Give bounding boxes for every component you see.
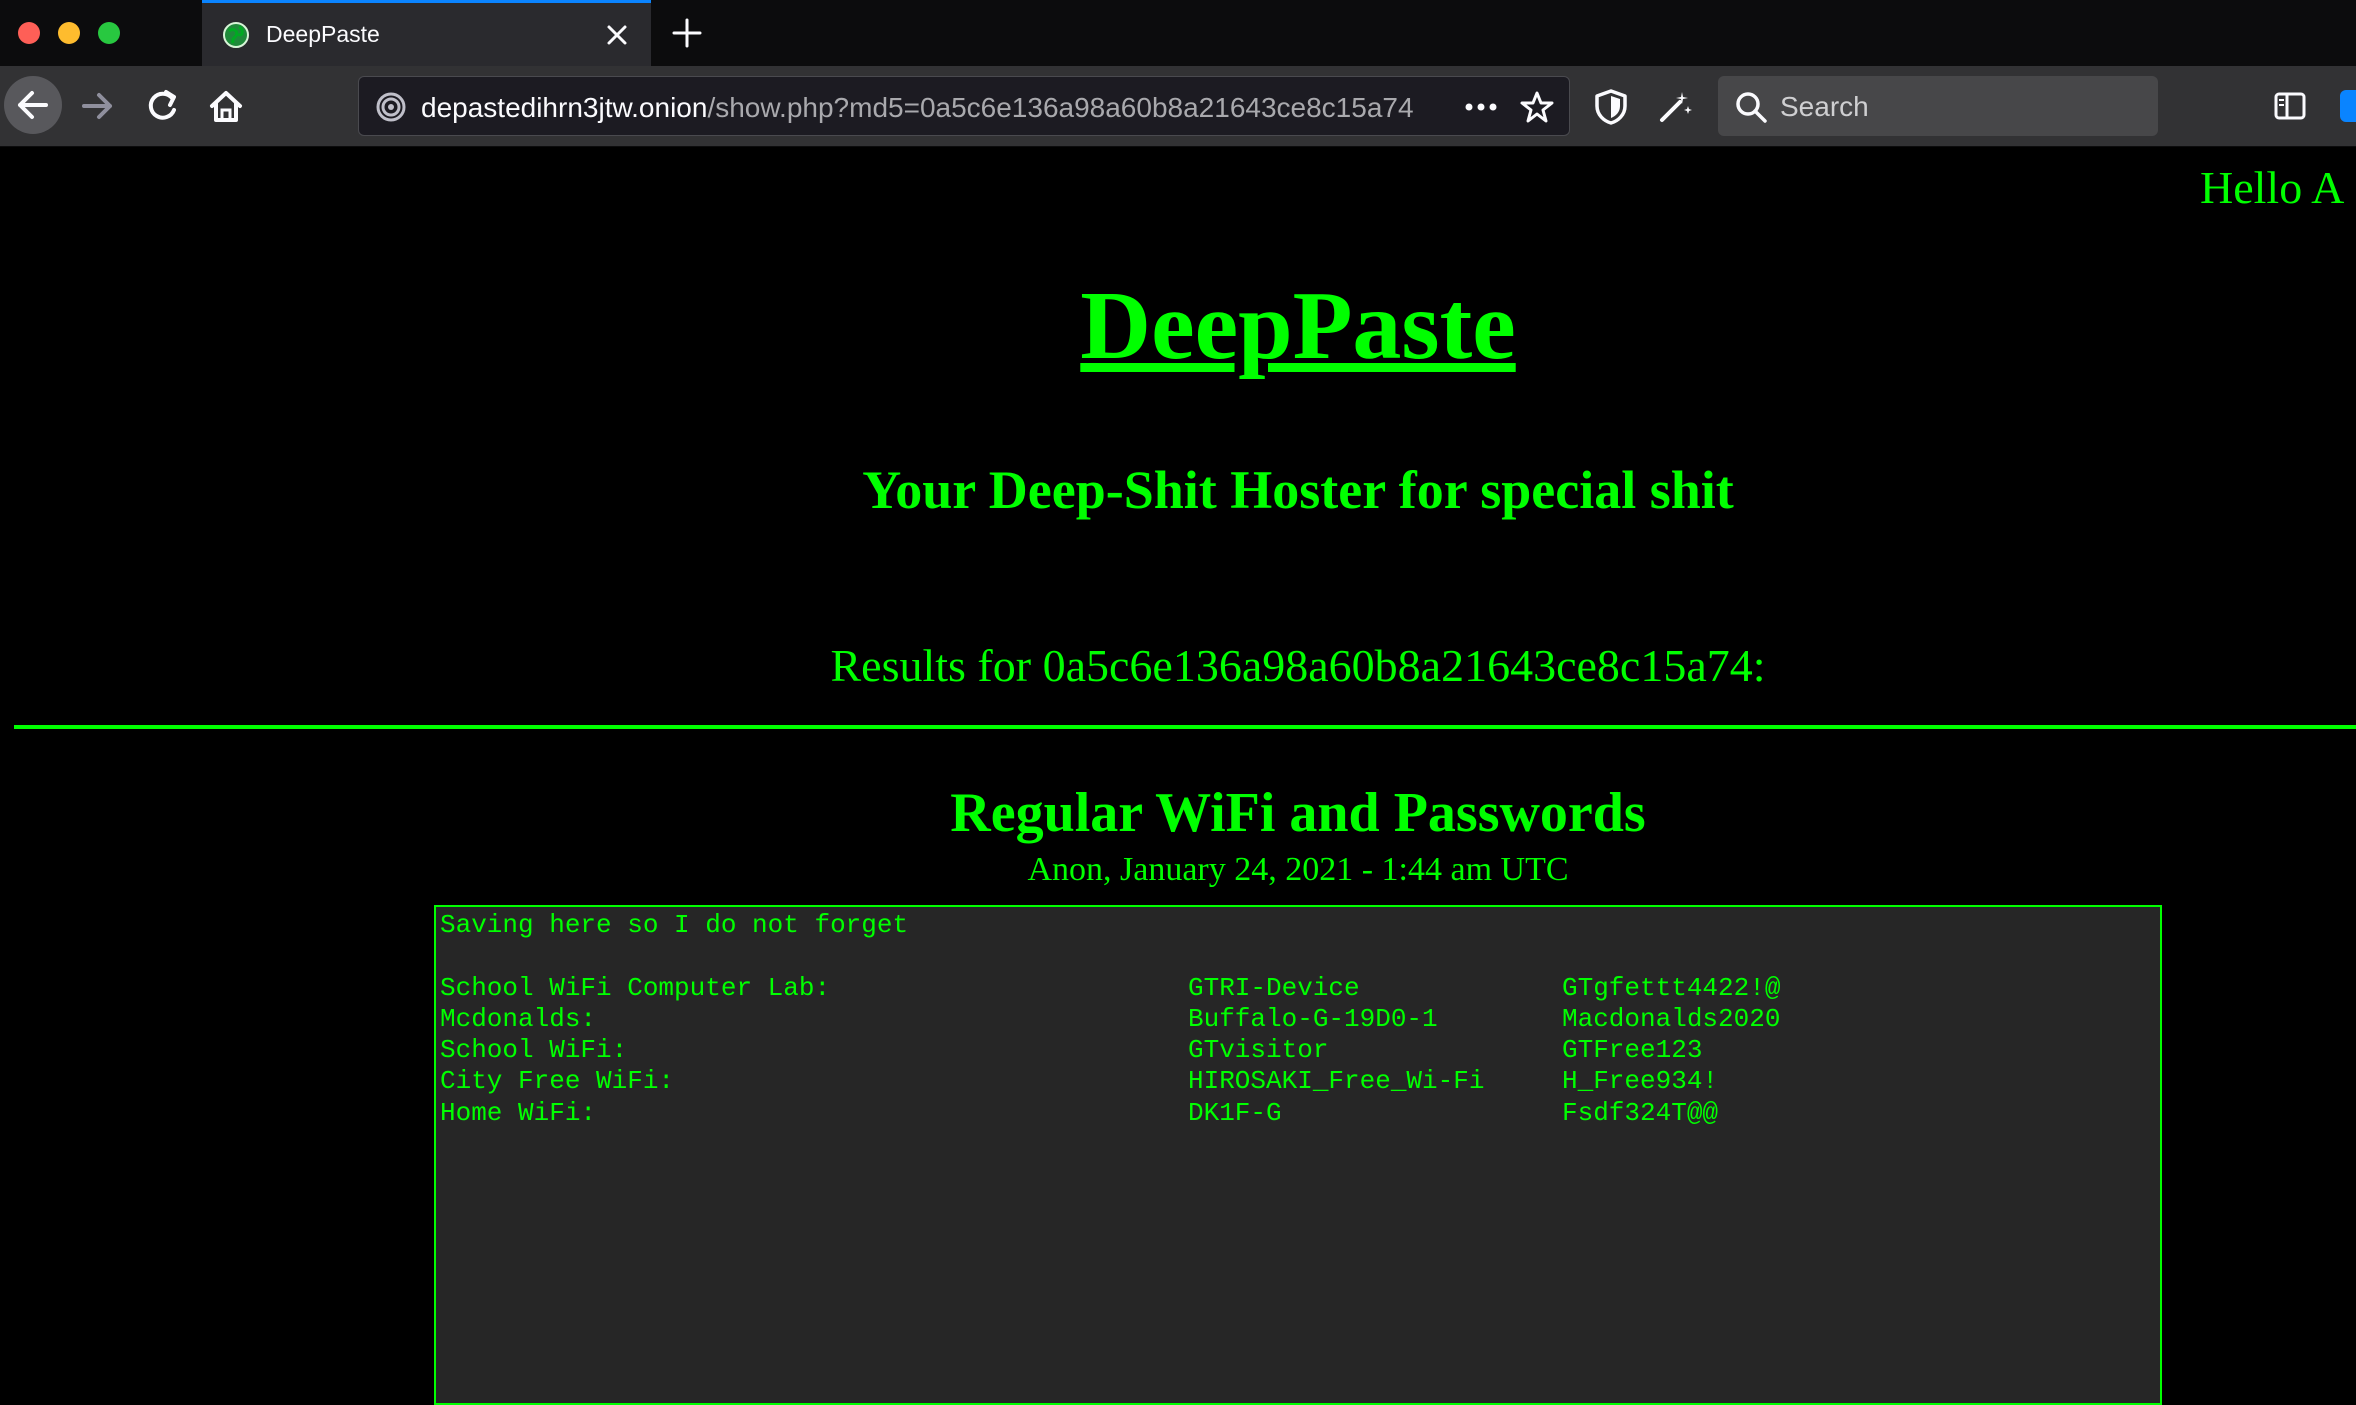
tab-bar: DeepPaste [0,0,2356,67]
wifi-password: Macdonalds2020 [1562,1003,1781,1034]
extension-icon[interactable] [2338,88,2356,124]
forward-button[interactable] [72,80,124,132]
magic-wand-icon[interactable] [1656,88,1694,131]
wifi-label: City Free WiFi: [440,1066,675,1097]
url-path: /show.php?md5=0a5c6e136a98a60b8a21643ce8… [707,92,1414,123]
wifi-network: GTRI-Device [1188,972,1360,1003]
navigation-toolbar: depastedihrn3jtw.onion/show.php?md5=0a5c… [0,66,2356,147]
url-text[interactable]: depastedihrn3jtw.onion/show.php?md5=0a5c… [421,92,1414,124]
paste-blank-line [440,941,2160,972]
wifi-network: GTvisitor [1188,1035,1329,1066]
back-button[interactable] [4,76,62,134]
site-title-link[interactable]: DeepPaste [0,277,2356,375]
wifi-password: H_Free934! [1562,1066,1719,1097]
page-content: Hello A DeepPaste Your Deep-Shit Hoster … [0,147,2356,1405]
new-tab-plus-icon[interactable] [670,16,704,55]
sidebar-icon[interactable] [2272,88,2308,129]
table-row: Mcdonalds: Buffalo-G-19D0-1 Macdonalds20… [440,1004,2160,1035]
url-host: depastedihrn3jtw.onion [421,92,708,123]
wifi-label: School WiFi Computer Lab: [440,972,831,1003]
wifi-network: DK1F-G [1188,1097,1282,1128]
back-arrow-icon [18,91,48,119]
wifi-label: School WiFi: [440,1035,628,1066]
home-icon [210,91,242,122]
paste-author-date: Anon, January 24, 2021 - 1:44 am UTC [1027,851,1569,888]
paste-title: Regular WiFi and Passwords [950,782,1646,844]
reload-icon [148,90,176,120]
window-close-button[interactable] [18,22,40,44]
window-minimize-button[interactable] [58,22,80,44]
bookmark-star-icon[interactable] [1519,89,1555,130]
paste-content-box[interactable]: Saving here so I do not forget School Wi… [434,905,2162,1405]
wifi-password: GTFree123 [1562,1035,1703,1066]
site-tagline: Your Deep-Shit Hoster for special shit [862,460,1734,520]
address-bar[interactable]: depastedihrn3jtw.onion/show.php?md5=0a5c… [358,76,1570,136]
tab-close-icon[interactable] [601,19,633,56]
wifi-network: HIROSAKI_Free_Wi-Fi [1188,1066,1485,1097]
reload-button[interactable] [136,80,188,132]
wifi-network: Buffalo-G-19D0-1 [1188,1003,1438,1034]
horizontal-divider [14,725,2356,729]
onion-site-icon[interactable] [375,91,407,128]
wifi-password: Fsdf324T@@ [1562,1097,1719,1128]
tab-deeppaste[interactable]: DeepPaste [202,0,651,66]
table-row: School WiFi Computer Lab: GTRI-Device GT… [440,973,2160,1004]
page-actions-more-icon[interactable] [1461,91,1501,128]
greeting-text: Hello A [2200,162,2345,213]
globe-icon [222,21,250,54]
search-input[interactable]: Search [1718,76,2158,136]
table-row: City Free WiFi: HIROSAKI_Free_Wi-Fi H_Fr… [440,1066,2160,1097]
table-row: School WiFi: GTvisitor GTFree123 [440,1035,2160,1066]
home-button[interactable] [200,80,252,132]
results-heading: Results for 0a5c6e136a98a60b8a21643ce8c1… [830,640,1766,691]
wifi-password: GTgfettt4422!@ [1562,972,1781,1003]
shield-icon[interactable] [1592,88,1630,131]
forward-arrow-icon [82,93,112,119]
table-row: Home WiFi: DK1F-G Fsdf324T@@ [440,1098,2160,1129]
search-icon [1734,90,1768,129]
wifi-label: Mcdonalds: [440,1003,597,1034]
window-maximize-button[interactable] [98,22,120,44]
tab-title: DeepPaste [266,21,380,47]
search-placeholder: Search [1780,91,1869,122]
wifi-label: Home WiFi: [440,1097,597,1128]
paste-intro-line: Saving here so I do not forget [440,910,909,940]
